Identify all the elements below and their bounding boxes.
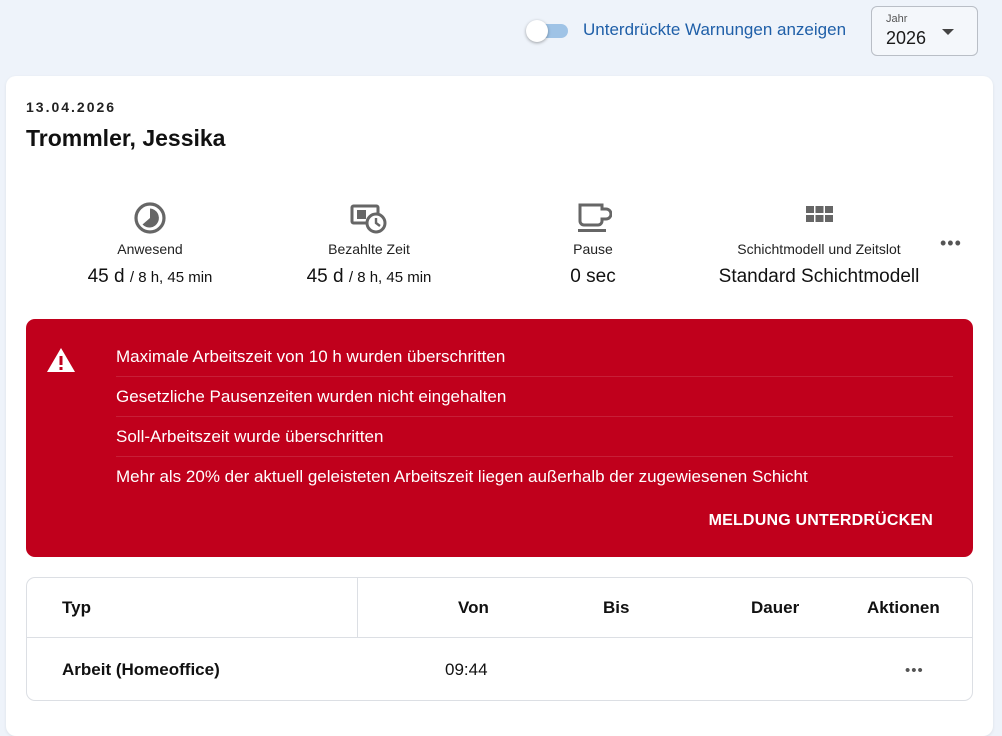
column-divider: [357, 578, 358, 638]
column-header-dauer[interactable]: Dauer: [751, 578, 799, 637]
warning-icon: [47, 348, 75, 372]
stat-break-value: 0 sec: [570, 266, 616, 287]
toggle-knob: [526, 20, 548, 42]
year-select-value: 2026: [886, 28, 927, 48]
stat-present-days: 45 d: [87, 266, 125, 287]
year-select-caption: Jahr: [886, 13, 908, 25]
row-von: 09:44: [445, 660, 488, 679]
day-card: 13.04.2026 Trommler, Jessika Anwesend 45…: [6, 76, 993, 736]
warning-alert: Maximale Arbeitszeit von 10 h wurden übe…: [26, 319, 973, 557]
stat-shift-model-name: Standard Schichtmodell: [718, 266, 920, 287]
suppress-warning-button[interactable]: MELDUNG UNTERDRÜCKEN: [709, 512, 933, 530]
table-row[interactable]: Arbeit (Homeoffice) 09:44 •••: [27, 639, 972, 700]
row-typ: Arbeit (Homeoffice): [62, 660, 220, 679]
alert-message: Soll-Arbeitszeit wurde überschritten: [116, 417, 953, 457]
grid-icon: [806, 206, 833, 222]
alert-message-list: Maximale Arbeitszeit von 10 h wurden übe…: [116, 337, 953, 497]
day-date: 13.04.2026: [26, 99, 117, 115]
alert-message: Mehr als 20% der aktuell geleisteten Arb…: [116, 467, 808, 486]
more-horizontal-icon[interactable]: •••: [905, 639, 924, 700]
paid-time-icon: [350, 204, 387, 234]
alert-message: Maximale Arbeitszeit von 10 h wurden übe…: [116, 337, 953, 377]
stat-break-label: Pause: [573, 241, 613, 257]
stat-paid-time-label: Bezahlte Zeit: [328, 241, 410, 257]
stat-present-label: Anwesend: [117, 241, 183, 257]
coffee-cup-icon: [578, 203, 612, 232]
stat-break: Pause 0 sec: [483, 201, 703, 288]
column-header-bis[interactable]: Bis: [603, 578, 629, 637]
chevron-down-icon: [942, 29, 954, 35]
more-horizontal-icon[interactable]: •••: [940, 233, 962, 254]
employee-name: Trommler, Jessika: [26, 125, 226, 151]
top-toolbar: Unterdrückte Warnungen anzeigen Jahr 202…: [0, 0, 1002, 70]
stat-present-hours: / 8 h, 45 min: [129, 269, 213, 286]
stat-present-value: 45 d / 8 h, 45 min: [40, 266, 260, 288]
show-suppressed-label[interactable]: Unterdrückte Warnungen anzeigen: [583, 20, 846, 40]
stat-shift-model-label: Schichtmodell und Zeitslot: [737, 241, 901, 257]
stat-present: Anwesend 45 d / 8 h, 45 min: [40, 201, 260, 288]
column-header-aktionen: Aktionen: [867, 597, 940, 617]
stat-shift-model-value: Standard Schichtmodell: [709, 266, 929, 288]
year-select[interactable]: Jahr 2026: [871, 6, 978, 56]
stat-paid-days: 45 d: [306, 266, 344, 287]
stat-paid-time: Bezahlte Zeit 45 d / 8 h, 45 min: [259, 201, 479, 288]
column-header-von[interactable]: Von: [458, 578, 489, 637]
time-entries-table: Typ Von Bis Dauer Aktionen Arbeit (Homeo…: [26, 577, 973, 701]
table-header: Typ Von Bis Dauer Aktionen: [27, 578, 972, 638]
stat-paid-time-value: 45 d / 8 h, 45 min: [259, 266, 479, 288]
alert-message: Gesetzliche Pausenzeiten wurden nicht ei…: [116, 377, 953, 417]
stat-shift-model: Schichtmodell und Zeitslot Standard Schi…: [709, 201, 929, 288]
clock-pie-icon: [134, 202, 166, 234]
stat-paid-hours: / 8 h, 45 min: [348, 269, 432, 286]
show-suppressed-toggle[interactable]: [526, 20, 570, 42]
column-header-typ[interactable]: Typ: [62, 578, 91, 637]
